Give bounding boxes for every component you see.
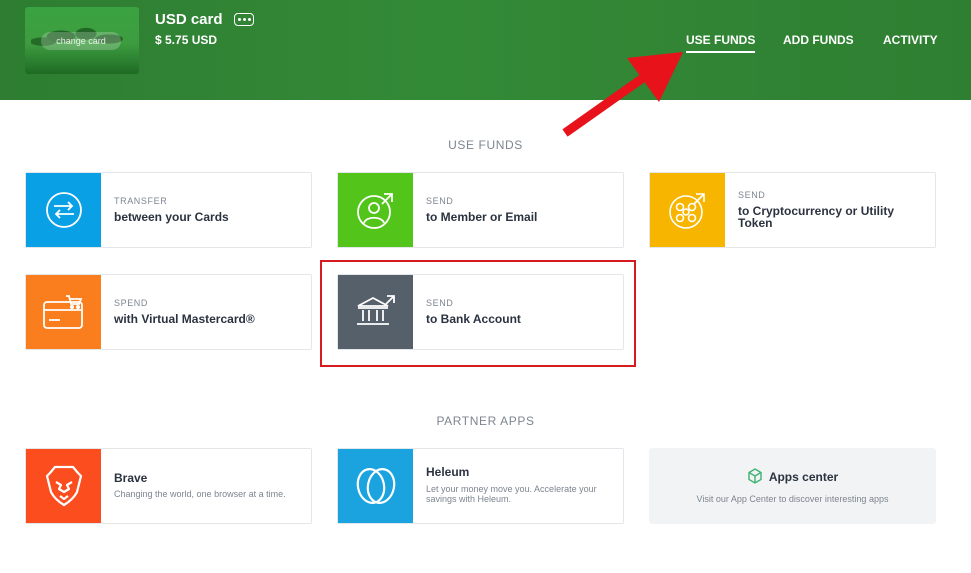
tile-send-crypto[interactable]: SEND to Cryptocurrency or Utility Token bbox=[649, 172, 936, 248]
tile-label: to Member or Email bbox=[426, 210, 538, 224]
card-balance: $ 5.75 USD bbox=[155, 33, 218, 47]
tile-send-member-email[interactable]: SEND to Member or Email bbox=[337, 172, 624, 248]
tab-add-funds[interactable]: ADD FUNDS bbox=[783, 33, 854, 47]
app-heleum[interactable]: Heleum Let your money move you. Accelera… bbox=[337, 448, 624, 524]
apps-center-title: Apps center bbox=[649, 468, 936, 484]
tile-kicker: SEND bbox=[738, 190, 766, 200]
account-header: change card USD card $ 5.75 USD USE FUND… bbox=[0, 0, 971, 100]
heleum-logo-icon bbox=[338, 449, 413, 523]
brave-lion-icon bbox=[26, 449, 101, 523]
app-name: Brave bbox=[114, 471, 148, 485]
cube-icon bbox=[748, 468, 762, 484]
tab-activity[interactable]: ACTIVITY bbox=[883, 33, 938, 47]
tile-label: between your Cards bbox=[114, 210, 229, 224]
tile-spend-virtual-mastercard[interactable]: SPEND with Virtual Mastercard® bbox=[25, 274, 312, 350]
tile-kicker: SEND bbox=[426, 196, 454, 206]
tile-kicker: SPEND bbox=[114, 298, 149, 308]
app-description: Let your money move you. Accelerate your… bbox=[426, 484, 597, 504]
transfer-arrows-icon bbox=[26, 173, 101, 247]
partner-apps-heading: PARTNER APPS bbox=[436, 414, 535, 428]
member-send-icon bbox=[338, 173, 413, 247]
app-brave[interactable]: Brave Changing the world, one browser at… bbox=[25, 448, 312, 524]
card-thumbnail[interactable]: change card bbox=[25, 7, 139, 74]
tile-transfer-between-cards[interactable]: TRANSFER between your Cards bbox=[25, 172, 312, 248]
change-card-button[interactable]: change card bbox=[41, 32, 121, 50]
apps-center-card[interactable]: Apps center Visit our App Center to disc… bbox=[649, 448, 936, 524]
tile-label: with Virtual Mastercard® bbox=[114, 312, 255, 326]
card-cart-icon bbox=[26, 275, 101, 349]
app-description: Changing the world, one browser at a tim… bbox=[114, 489, 286, 499]
card-name: USD card bbox=[155, 11, 223, 28]
crypto-send-icon bbox=[650, 173, 725, 247]
annotation-arrow-icon bbox=[562, 52, 683, 137]
app-name: Heleum bbox=[426, 465, 470, 479]
tile-label: to Cryptocurrency or Utility Token bbox=[738, 204, 895, 230]
tile-kicker: TRANSFER bbox=[114, 196, 168, 206]
apps-center-label: Apps center bbox=[768, 470, 839, 484]
apps-center-description: Visit our App Center to discover interes… bbox=[696, 494, 889, 504]
annotation-highlight-box bbox=[320, 260, 636, 367]
use-funds-heading: USE FUNDS bbox=[448, 138, 523, 152]
card-options-icon[interactable] bbox=[234, 13, 254, 26]
